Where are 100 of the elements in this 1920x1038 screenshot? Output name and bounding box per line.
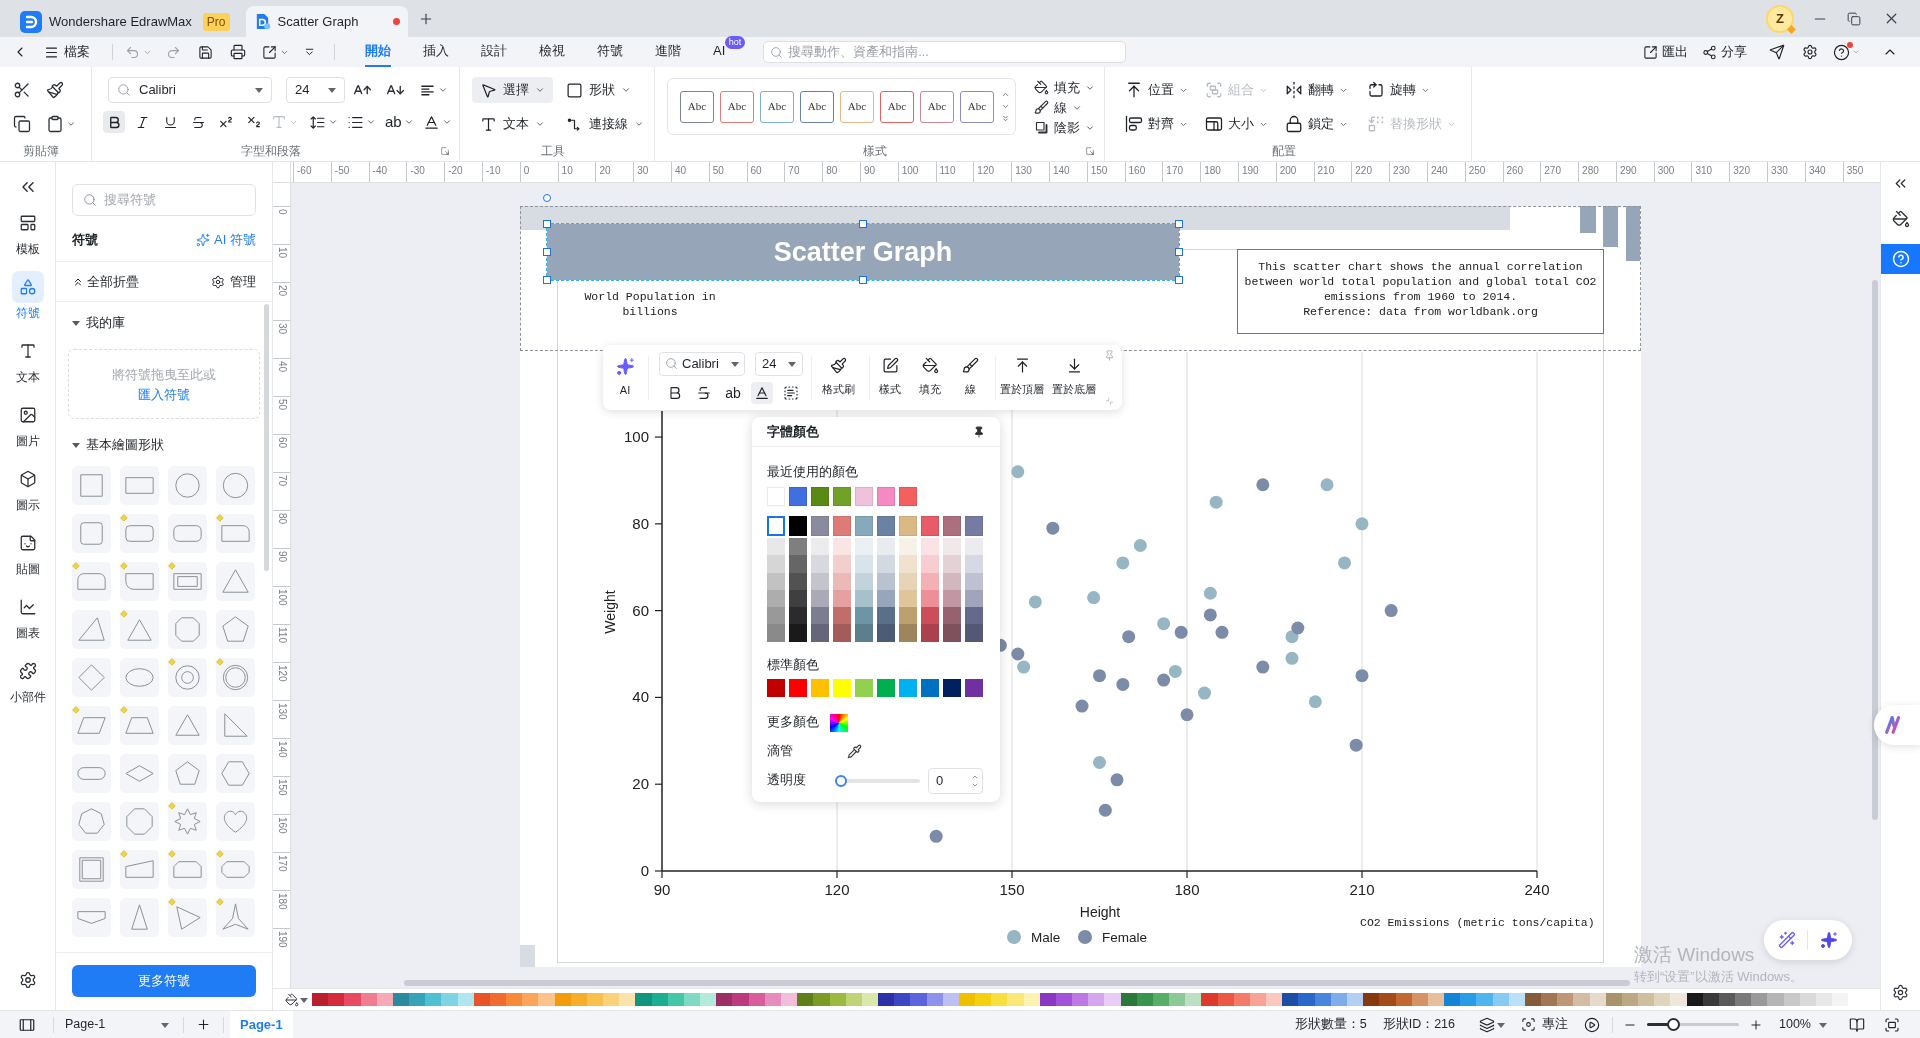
expand-gallery-icon[interactable] — [1001, 114, 1010, 123]
sidebar-item[interactable]: 模板 — [0, 207, 55, 271]
paste-icon[interactable] — [46, 115, 64, 133]
circle-shape-icon[interactable] — [168, 466, 207, 505]
color-swatch[interactable] — [1444, 993, 1461, 1006]
import-symbols-link[interactable]: 匯入符號 — [138, 385, 190, 403]
color-swatch[interactable] — [833, 624, 851, 642]
book-icon[interactable] — [1849, 1016, 1865, 1033]
color-swatch[interactable] — [833, 678, 851, 697]
ellipse-shape-icon[interactable] — [120, 658, 159, 697]
text-case-button[interactable]: ab — [722, 381, 744, 404]
scroll-down-icon[interactable] — [1001, 102, 1010, 111]
color-swatch[interactable] — [943, 555, 961, 573]
color-swatch[interactable] — [1735, 993, 1752, 1006]
export-icon[interactable] — [262, 44, 277, 60]
file-menu-button[interactable]: 檔案 — [44, 42, 90, 62]
window-tab[interactable]: Scatter Graph — [245, 6, 408, 37]
slider-thumb[interactable] — [835, 774, 847, 787]
settings-icon[interactable] — [1892, 984, 1909, 1001]
color-swatch[interactable] — [965, 516, 983, 536]
color-swatch[interactable] — [1363, 993, 1380, 1006]
format-painter-icon[interactable] — [46, 81, 64, 99]
font-color-button[interactable] — [751, 381, 773, 404]
send-icon[interactable] — [1769, 44, 1785, 60]
sidebar-item[interactable]: 文本 — [0, 335, 55, 399]
rounded-corner-rectangle-shape-icon[interactable] — [120, 562, 159, 601]
color-swatch[interactable] — [921, 624, 939, 642]
color-swatch[interactable] — [767, 516, 785, 536]
color-swatch[interactable] — [811, 607, 829, 625]
resize-handle[interactable] — [1175, 248, 1183, 256]
color-swatch[interactable] — [538, 993, 555, 1006]
color-swatch[interactable] — [767, 678, 785, 697]
format-painter-button[interactable]: 格式刷 — [812, 352, 864, 403]
snipped-rectangle-shape-icon[interactable] — [168, 850, 207, 889]
add-page-icon[interactable] — [196, 1017, 211, 1032]
pentagon-shape-icon[interactable] — [168, 754, 207, 793]
printer-icon[interactable] — [230, 44, 246, 60]
star-shape-icon[interactable] — [168, 802, 207, 841]
magic-wand-icon[interactable] — [1777, 931, 1796, 949]
menu-tab[interactable]: 檢視 — [539, 37, 565, 67]
style-preset[interactable]: Abc — [680, 90, 714, 123]
color-swatch[interactable] — [855, 555, 873, 573]
color-swatch[interactable] — [975, 993, 992, 1006]
color-swatch[interactable] — [1169, 993, 1186, 1006]
color-swatch[interactable] — [899, 607, 917, 625]
resize-handle[interactable] — [543, 276, 551, 284]
color-swatch[interactable] — [1007, 993, 1024, 1006]
rounded-corner-rectangle-shape-icon[interactable] — [216, 514, 255, 553]
color-swatch[interactable] — [1266, 993, 1283, 1006]
color-swatch[interactable] — [1476, 993, 1493, 1006]
color-swatch[interactable] — [813, 993, 830, 1006]
pin-icon[interactable] — [973, 425, 985, 438]
color-swatch[interactable] — [522, 993, 539, 1006]
fill-button[interactable]: 填充 — [1034, 78, 1095, 97]
flip-button[interactable]: 翻轉 — [1285, 77, 1367, 103]
color-swatch[interactable] — [943, 607, 961, 625]
circle-shape-icon[interactable] — [216, 466, 255, 505]
resize-handle[interactable] — [543, 248, 551, 256]
align-button[interactable]: 對齊 — [1125, 111, 1205, 137]
help-button[interactable] — [1881, 244, 1920, 274]
snipped-rectangle-shape-icon[interactable] — [216, 850, 255, 889]
color-swatch[interactable] — [789, 516, 807, 536]
color-swatch[interactable] — [700, 993, 717, 1006]
color-swatch[interactable] — [409, 993, 426, 1006]
color-swatch[interactable] — [1347, 993, 1364, 1006]
sidebar-item[interactable]: 小部件 — [0, 655, 55, 719]
color-swatch[interactable] — [855, 624, 873, 642]
triangle-shape-icon[interactable] — [168, 706, 207, 745]
paint-bucket-icon[interactable] — [1891, 210, 1910, 228]
resize-handle[interactable] — [859, 220, 867, 228]
shape-tool-button[interactable]: 形狀 — [558, 77, 639, 103]
color-swatch[interactable] — [789, 487, 807, 506]
color-swatch[interactable] — [899, 678, 917, 697]
strikethrough-icon[interactable] — [190, 114, 206, 130]
color-swatch[interactable] — [878, 993, 895, 1006]
stadium-shape-icon[interactable] — [72, 754, 111, 793]
focus-mode-button[interactable]: 專注 — [1521, 1015, 1568, 1034]
play-icon[interactable] — [1584, 1016, 1600, 1033]
color-swatch[interactable] — [1670, 993, 1687, 1006]
collapse-all-button[interactable]: 全部折疊 — [72, 272, 139, 292]
window-tab[interactable]: Wondershare EdrawMax Pro — [12, 6, 238, 37]
color-swatch[interactable] — [635, 993, 652, 1006]
settings-icon[interactable] — [1802, 44, 1818, 60]
color-swatch[interactable] — [603, 993, 620, 1006]
color-swatch[interactable] — [833, 555, 851, 573]
section-header[interactable]: 我的庫 — [72, 312, 125, 334]
italic-icon[interactable] — [134, 114, 150, 130]
opacity-input[interactable]: 0 — [928, 767, 983, 794]
style-preset[interactable]: Abc — [960, 90, 994, 123]
color-swatch[interactable] — [1557, 993, 1574, 1006]
color-swatch[interactable] — [899, 487, 917, 506]
shadow-button[interactable]: 陰影 — [1034, 118, 1095, 137]
export-button[interactable]: 匯出 — [1643, 42, 1688, 62]
style-preset[interactable]: Abc — [720, 90, 754, 123]
color-swatch[interactable] — [833, 538, 851, 556]
frame-shape-icon[interactable] — [168, 562, 207, 601]
donut-shape-icon[interactable] — [168, 658, 207, 697]
octagon-shape-icon[interactable] — [120, 802, 159, 841]
color-swatch[interactable] — [833, 607, 851, 625]
color-swatch[interactable] — [811, 555, 829, 573]
